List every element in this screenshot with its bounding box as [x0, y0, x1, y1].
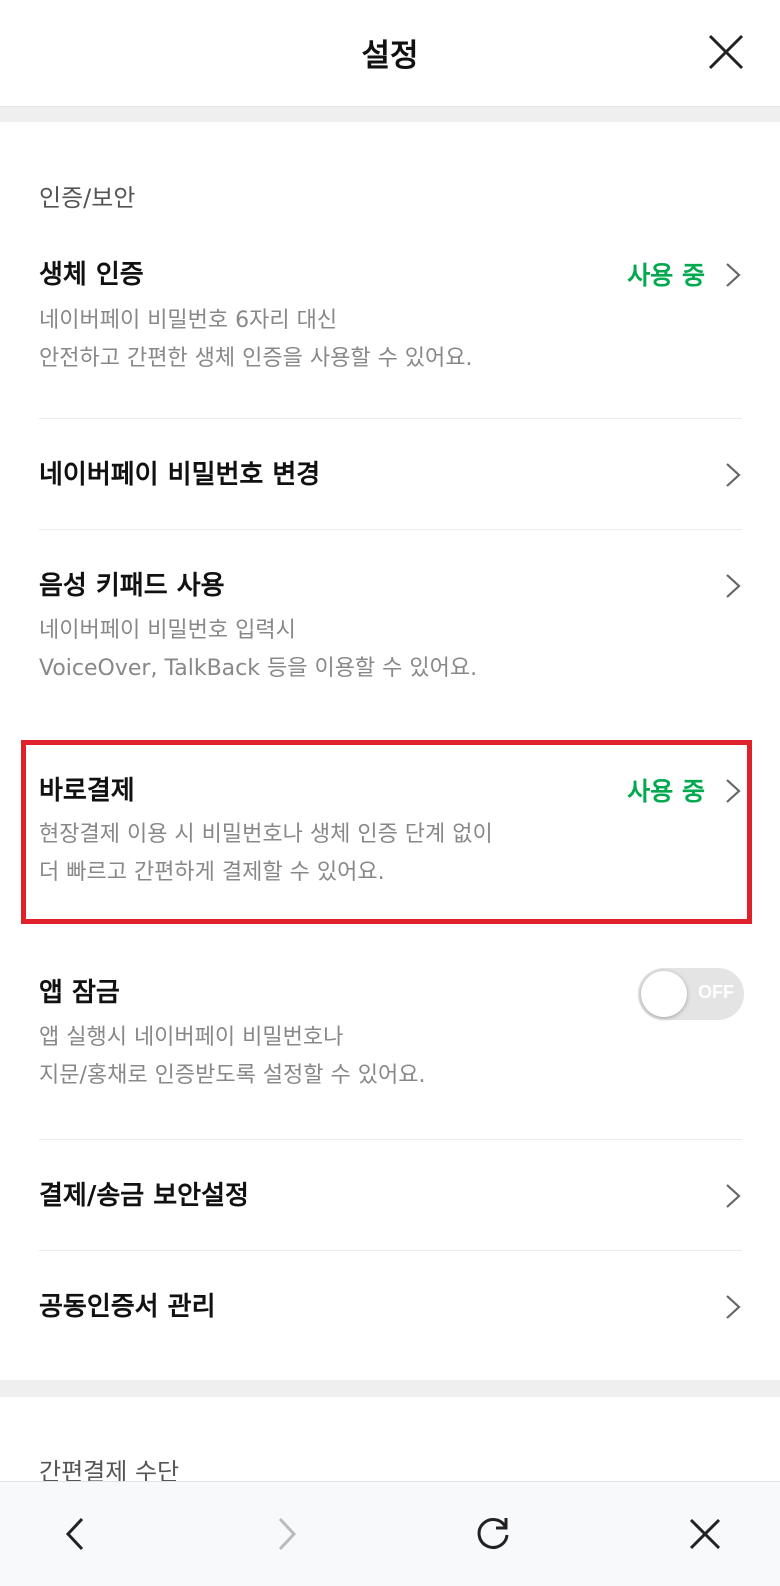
chevron-right-icon [726, 779, 741, 803]
forward-icon[interactable] [262, 1510, 310, 1558]
quick-pay-row[interactable]: 바로결제 사용 중 현장결제 이용 시 비밀번호나 생체 인증 단계 없이 더 … [0, 756, 780, 906]
row-label: 네이버페이 비밀번호 변경 [39, 460, 321, 490]
chevron-right-icon [726, 1184, 741, 1208]
toggle-state-label: OFF [698, 982, 734, 1002]
row-description: 지문/홍채로 인증받도록 설정할 수 있어요. [39, 1063, 426, 1088]
divider [39, 418, 742, 419]
app-lock-toggle[interactable]: OFF [638, 968, 744, 1020]
row-description: 네이버페이 비밀번호 6자리 대신 [39, 308, 338, 333]
row-description: 더 빠르고 간편하게 결제할 수 있어요. [39, 860, 385, 885]
toggle-knob [641, 971, 687, 1017]
row-description: 안전하고 간편한 생체 인증을 사용할 수 있어요. [39, 346, 473, 371]
close-icon[interactable] [681, 1510, 729, 1558]
back-icon[interactable] [52, 1510, 100, 1558]
section-gap [0, 1380, 780, 1397]
row-description: 네이버페이 비밀번호 입력시 [39, 618, 296, 643]
chevron-right-icon [726, 574, 741, 598]
row-label: 생체 인증 [39, 260, 144, 290]
chevron-right-icon [726, 1295, 741, 1319]
bottom-navigation-bar [0, 1481, 780, 1586]
divider [39, 1250, 742, 1251]
close-icon[interactable] [706, 32, 746, 72]
status-in-use: 사용 중 [627, 777, 705, 806]
chevron-right-icon [726, 263, 741, 287]
chevron-right-icon [726, 463, 741, 487]
row-label: 결제/송금 보안설정 [39, 1181, 249, 1211]
row-label: 공동인증서 관리 [39, 1292, 216, 1322]
header-bar: 설정 [0, 0, 780, 107]
change-password-row[interactable]: 네이버페이 비밀번호 변경 [0, 440, 780, 510]
row-description: 현장결제 이용 시 비밀번호나 생체 인증 단계 없이 [39, 822, 493, 847]
certificate-management-row[interactable]: 공동인증서 관리 [0, 1272, 780, 1342]
row-label: 바로결제 [39, 776, 135, 806]
refresh-icon[interactable] [469, 1510, 517, 1558]
status-in-use: 사용 중 [627, 261, 705, 290]
section-gap [0, 107, 780, 122]
row-description: VoiceOver, TalkBack 등을 이용할 수 있어요. [39, 656, 478, 681]
row-label: 음성 키패드 사용 [39, 571, 225, 601]
divider [39, 529, 742, 530]
section-title-auth-security: 인증/보안 [39, 184, 136, 212]
divider [39, 1139, 742, 1140]
payment-security-settings-row[interactable]: 결제/송금 보안설정 [0, 1161, 780, 1231]
row-description: 앱 실행시 네이버페이 비밀번호나 [39, 1025, 344, 1050]
biometric-auth-row[interactable]: 생체 인증 사용 중 네이버페이 비밀번호 6자리 대신 안전하고 간편한 생체… [0, 240, 780, 390]
voice-keypad-row[interactable]: 음성 키패드 사용 네이버페이 비밀번호 입력시 VoiceOver, Talk… [0, 551, 780, 701]
page-title: 설정 [361, 38, 419, 74]
row-label: 앱 잠금 [39, 978, 120, 1008]
